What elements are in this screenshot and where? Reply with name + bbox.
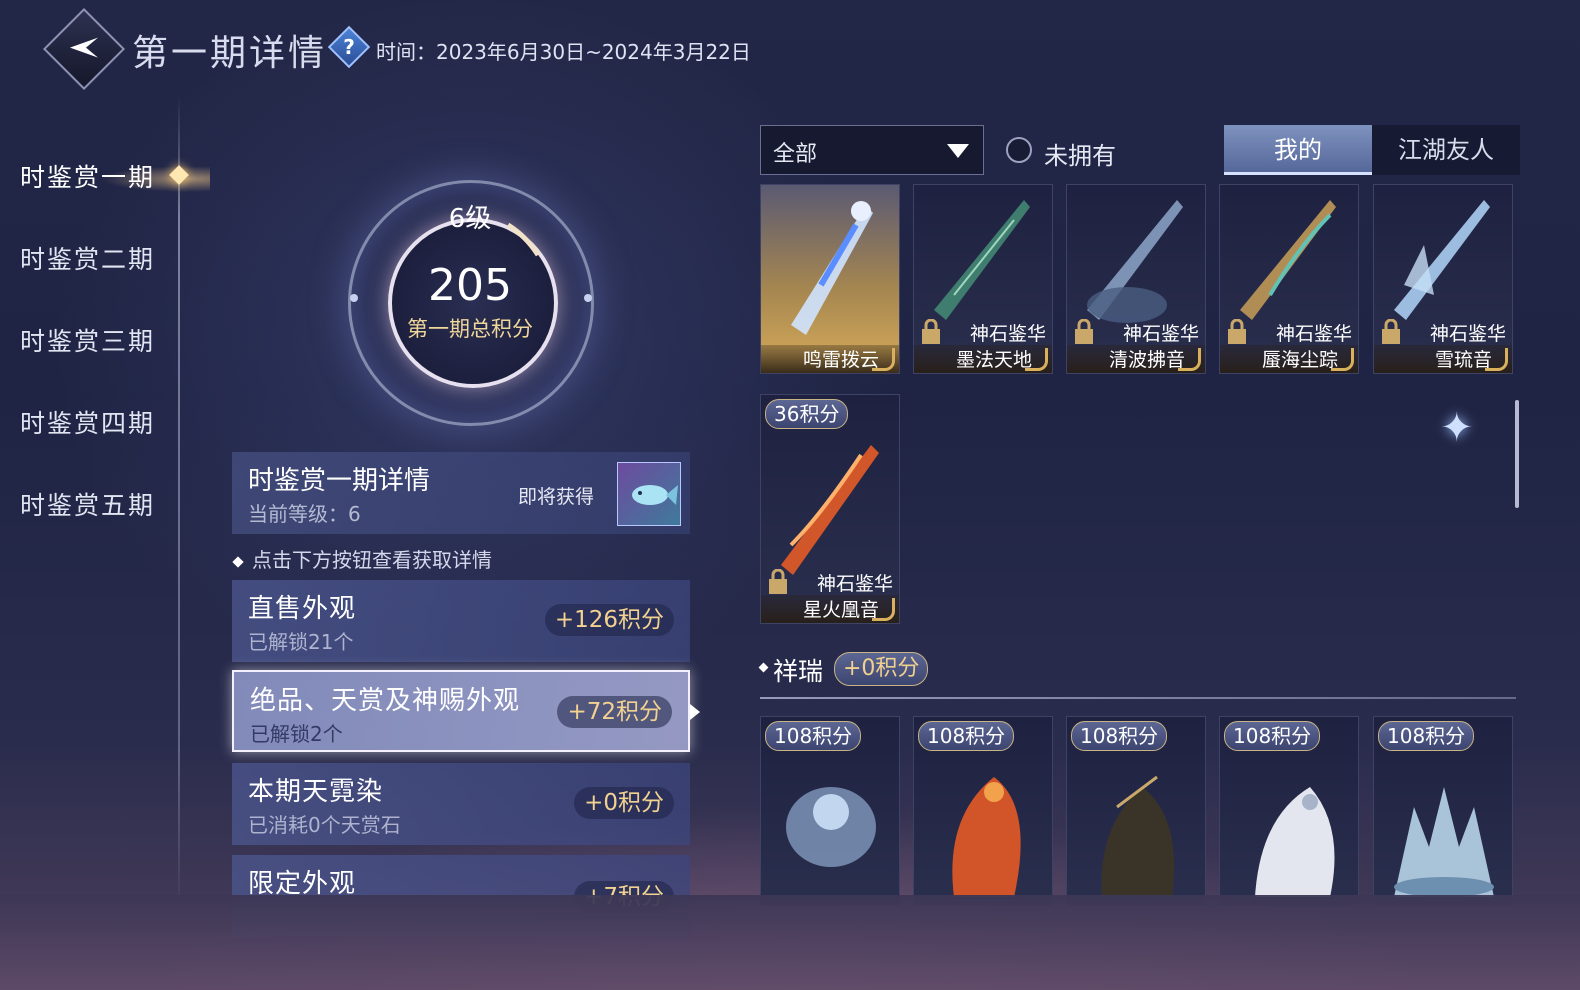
category-points: +126积分 <box>544 604 674 636</box>
points-badge: 108积分 <box>918 721 1015 751</box>
tab-mine[interactable]: 我的 <box>1224 125 1372 175</box>
item-card[interactable]: 神石鉴华 蜃海尘踪 <box>1219 184 1359 374</box>
section-divider <box>760 697 1516 699</box>
back-button[interactable] <box>42 7 126 91</box>
item-card[interactable]: 108积分 <box>1219 716 1359 906</box>
sidebar-item-period-5[interactable]: 时鉴赏五期 <box>20 486 180 526</box>
scrollbar[interactable] <box>1515 400 1519 508</box>
points-badge: 36积分 <box>765 399 849 429</box>
lock-icon <box>1228 319 1246 344</box>
points-badge: 108积分 <box>1224 721 1321 751</box>
section-title: 祥瑞 <box>773 657 824 686</box>
category-title: 本期天霓染 <box>248 777 384 807</box>
category-direct-sale[interactable]: 直售外观 已解锁21个 +126积分 <box>232 580 690 662</box>
event-time: 时间：2023年6月30日~2024年3月22日 <box>376 40 751 64</box>
hint-text: 点击下方按钮查看获取详情 <box>232 544 492 573</box>
category-sub: 已解锁2个 <box>250 722 343 746</box>
page-title: 第一期详情 <box>132 33 328 74</box>
item-card[interactable]: 108积分 <box>760 716 900 906</box>
upcoming-reward-label: 即将获得 <box>518 486 595 508</box>
section-points: +0积分 <box>834 652 929 686</box>
not-owned-radio[interactable] <box>1006 137 1032 163</box>
item-card[interactable]: 36积分 神石鉴华 星火凰音 <box>760 394 900 624</box>
lock-icon <box>922 319 940 344</box>
category-points: +72积分 <box>557 696 672 728</box>
item-card[interactable]: 108积分 <box>1066 716 1206 906</box>
bottom-fade <box>0 895 1580 990</box>
item-card[interactable]: 神石鉴华 清波拂音 <box>1066 184 1206 374</box>
sidebar-item-period-2[interactable]: 时鉴赏二期 <box>20 240 180 280</box>
period-detail-card[interactable]: 时鉴赏一期详情 当前等级：6 即将获得 <box>232 452 690 534</box>
back-arrow-icon <box>70 37 98 58</box>
filter-dropdown[interactable]: 全部 <box>760 125 984 175</box>
lock-icon <box>1075 319 1093 344</box>
category-sub: 已消耗0个天赏石 <box>248 813 401 837</box>
help-icon[interactable]: ? <box>327 25 371 69</box>
category-title: 直售外观 <box>248 594 357 624</box>
period-detail-title: 时鉴赏一期详情 <box>248 466 431 496</box>
upcoming-reward-icon[interactable] <box>617 462 681 526</box>
sidebar-item-period-4[interactable]: 时鉴赏四期 <box>20 404 180 444</box>
chevron-down-icon <box>947 144 969 158</box>
selected-arrow-icon <box>690 704 700 720</box>
sidebar-item-period-3[interactable]: 时鉴赏三期 <box>20 322 180 362</box>
category-title: 绝品、天赏及神赐外观 <box>250 686 521 716</box>
lock-icon <box>769 569 787 594</box>
item-card[interactable]: 108积分 <box>1373 716 1513 906</box>
points-badge: 108积分 <box>1378 721 1475 751</box>
item-card[interactable]: 鸣雷拨云 <box>760 184 900 374</box>
level-label: 6级 <box>448 204 492 234</box>
item-card[interactable]: 神石鉴华 雪琉音 <box>1373 184 1513 374</box>
current-level: 当前等级：6 <box>248 502 361 526</box>
category-dye[interactable]: 本期天霓染 已消耗0个天赏石 +0积分 <box>232 763 690 845</box>
tab-friends[interactable]: 江湖友人 <box>1372 125 1520 175</box>
category-points: +0积分 <box>574 787 674 819</box>
points-badge: 108积分 <box>765 721 862 751</box>
total-score-label: 第一期总积分 <box>407 317 533 341</box>
points-badge: 108积分 <box>1071 721 1168 751</box>
sparkle-icon: ✦ <box>1440 405 1474 451</box>
category-premium[interactable]: 绝品、天赏及神赐外观 已解锁2个 +72积分 <box>232 670 690 752</box>
not-owned-label[interactable]: 未拥有 <box>1044 136 1116 171</box>
sidebar-item-period-1[interactable]: 时鉴赏一期 <box>20 158 210 198</box>
item-card[interactable]: 神石鉴华 墨法天地 <box>913 184 1053 374</box>
category-sub: 已解锁21个 <box>248 630 354 654</box>
total-score: 205 <box>428 260 512 311</box>
item-card[interactable]: 108积分 <box>913 716 1053 906</box>
lock-icon <box>1382 319 1400 344</box>
